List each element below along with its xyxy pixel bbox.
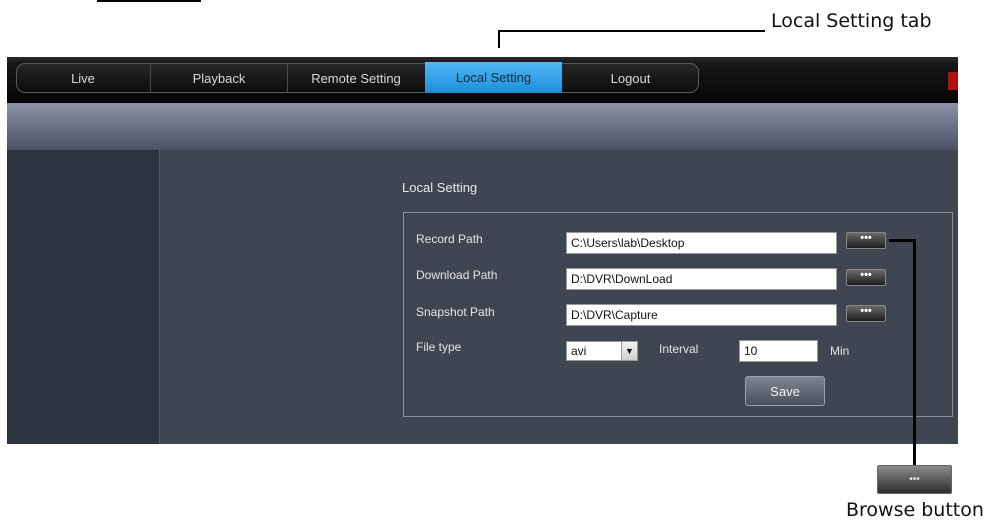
interval-input[interactable]: 10 xyxy=(739,340,818,362)
snapshot-path-browse-button[interactable]: ••• xyxy=(846,305,886,322)
browse-callout-label: Browse button xyxy=(846,499,984,521)
record-path-label: Record Path xyxy=(416,232,483,246)
browse-callout-line-h xyxy=(889,239,916,242)
sub-header-bar xyxy=(7,103,958,150)
red-indicator xyxy=(948,72,958,90)
browse-button-zoom: ••• xyxy=(877,465,952,494)
record-path-browse-button[interactable]: ••• xyxy=(846,232,886,249)
left-panel xyxy=(7,150,159,444)
download-path-input[interactable]: D:\DVR\DownLoad xyxy=(566,268,837,290)
snapshot-path-label: Snapshot Path xyxy=(416,305,495,319)
chevron-down-icon[interactable]: ▼ xyxy=(621,342,637,360)
interval-label: Interval xyxy=(659,342,699,356)
download-path-browse-button[interactable]: ••• xyxy=(846,269,886,286)
page-mark-line xyxy=(97,0,201,2)
snapshot-path-input[interactable]: D:\DVR\Capture xyxy=(566,304,837,326)
tab-callout-line-h xyxy=(499,30,765,32)
browse-callout-line-v xyxy=(913,239,916,465)
download-path-label: Download Path xyxy=(416,268,498,282)
section-title: Local Setting xyxy=(402,180,478,195)
save-button[interactable]: Save xyxy=(745,376,825,406)
file-type-label: File type xyxy=(416,340,462,354)
tab-callout-label: Local Setting tab xyxy=(771,10,932,32)
interval-unit-label: Min xyxy=(830,344,850,358)
tab-remote-setting[interactable]: Remote Setting xyxy=(288,63,424,93)
tab-playback[interactable]: Playback xyxy=(151,63,287,93)
tab-callout-line-v xyxy=(498,30,500,48)
tab-logout[interactable]: Logout xyxy=(563,63,698,93)
record-path-input[interactable]: C:\Users\lab\Desktop xyxy=(566,232,837,254)
tab-live[interactable]: Live xyxy=(16,63,150,93)
tab-local-setting[interactable]: Local Setting xyxy=(425,62,562,93)
